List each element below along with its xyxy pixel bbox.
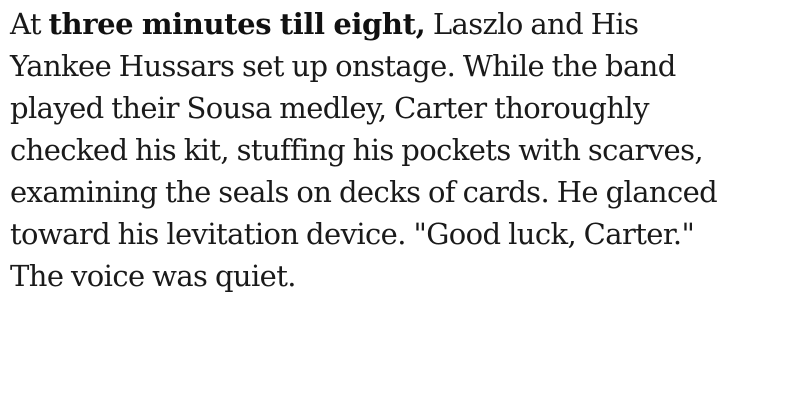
passage-line-2: Yankee Hussars set up onstage. While the… [10,49,676,83]
passage-line-5: examining the seals on decks of cards. H… [10,175,718,209]
passage-line-7: The voice was quiet. [10,259,297,293]
passage-lead-bold: three minutes till eight, [48,7,426,41]
passage-text: At three minutes till eight, Laszlo and … [10,3,770,297]
passage-line-6: toward his levitation device. "Good luck… [10,217,695,251]
passage-line-1: At three minutes till eight, Laszlo and … [10,3,770,45]
passage-line-1-rest: Laszlo and His [425,7,639,41]
passage-line-3: played their Sousa medley, Carter thorou… [10,91,649,125]
passage-line-4: checked his kit, stuffing his pockets wi… [10,133,704,167]
passage-lead-prefix: At [10,7,49,41]
